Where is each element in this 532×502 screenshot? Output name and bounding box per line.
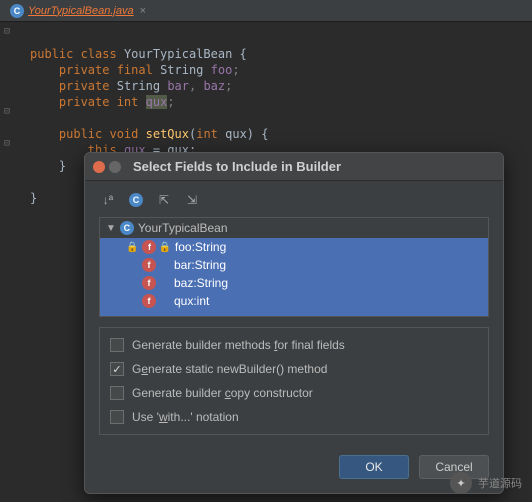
gutter: ⊟ ⊟ ⊟ <box>0 22 14 230</box>
field-row[interactable]: 🔒f🔒foo:String <box>100 238 488 256</box>
checkbox[interactable] <box>110 386 124 400</box>
option-label: Generate builder methods for final field… <box>132 338 345 352</box>
filter-class-icon[interactable]: C <box>127 191 145 209</box>
expand-icon[interactable]: ⇱ <box>155 191 173 209</box>
fold-icon[interactable]: ⊟ <box>4 136 10 152</box>
tree-items: 🔒f🔒foo:Stringfbar:Stringfbaz:Stringfqux:… <box>100 238 488 310</box>
field-label: foo:String <box>175 240 226 254</box>
chevron-down-icon[interactable]: ▼ <box>106 223 116 234</box>
field-tree: ▼ C YourTypicalBean 🔒f🔒foo:Stringfbar:St… <box>99 217 489 317</box>
option-label: Generate builder copy constructor <box>132 386 313 400</box>
watermark: ✦ 芋道源码 <box>450 472 522 494</box>
fold-icon[interactable]: ⊟ <box>4 104 10 120</box>
ok-button[interactable]: OK <box>339 455 409 479</box>
option-row[interactable]: Generate static newBuilder() method <box>110 362 478 376</box>
field-row[interactable]: f qux:int <box>100 292 488 310</box>
dialog-toolbar: ↓ª C ⇱ ⇲ <box>99 191 489 209</box>
field-label: qux:int <box>174 294 209 308</box>
option-label: Use 'with...' notation <box>132 410 239 424</box>
final-lock-icon: 🔒 <box>158 242 170 253</box>
checkbox[interactable] <box>110 362 124 376</box>
options-panel: Generate builder methods for final field… <box>99 327 489 435</box>
class-icon: C <box>120 221 134 235</box>
dialog-title: Select Fields to Include in Builder <box>133 159 341 174</box>
wechat-icon: ✦ <box>450 472 472 494</box>
tab-filename: YourTypicalBean.java <box>28 5 134 17</box>
field-row[interactable]: f baz:String <box>100 274 488 292</box>
fold-icon[interactable]: ⊟ <box>4 24 10 40</box>
option-row[interactable]: Use 'with...' notation <box>110 410 478 424</box>
option-row[interactable]: Generate builder copy constructor <box>110 386 478 400</box>
file-tab[interactable]: C YourTypicalBean.java × <box>4 2 152 20</box>
window-close-icon[interactable] <box>93 161 105 173</box>
window-minimize-icon[interactable] <box>109 161 121 173</box>
field-icon: f <box>142 294 156 308</box>
field-icon: f <box>142 240 156 254</box>
dialog-buttons: OK Cancel <box>85 445 503 493</box>
field-label: bar:String <box>174 258 226 272</box>
option-label: Generate static newBuilder() method <box>132 362 327 376</box>
field-icon: f <box>142 276 156 290</box>
dialog-titlebar[interactable]: Select Fields to Include in Builder <box>85 153 503 181</box>
checkbox[interactable] <box>110 410 124 424</box>
tree-class-row[interactable]: ▼ C YourTypicalBean <box>100 218 488 238</box>
field-icon: f <box>142 258 156 272</box>
lock-icon: 🔒 <box>126 242 138 253</box>
sort-icon[interactable]: ↓ª <box>99 191 117 209</box>
close-tab-icon[interactable]: × <box>140 5 146 17</box>
builder-dialog: Select Fields to Include in Builder ↓ª C… <box>84 152 504 494</box>
field-label: baz:String <box>174 276 228 290</box>
class-name: YourTypicalBean <box>138 221 228 235</box>
field-row[interactable]: f bar:String <box>100 256 488 274</box>
editor-tab-bar: C YourTypicalBean.java × <box>0 0 532 22</box>
java-class-icon: C <box>10 4 24 18</box>
watermark-text: 芋道源码 <box>478 475 522 491</box>
option-row[interactable]: Generate builder methods for final field… <box>110 338 478 352</box>
collapse-icon[interactable]: ⇲ <box>183 191 201 209</box>
checkbox[interactable] <box>110 338 124 352</box>
